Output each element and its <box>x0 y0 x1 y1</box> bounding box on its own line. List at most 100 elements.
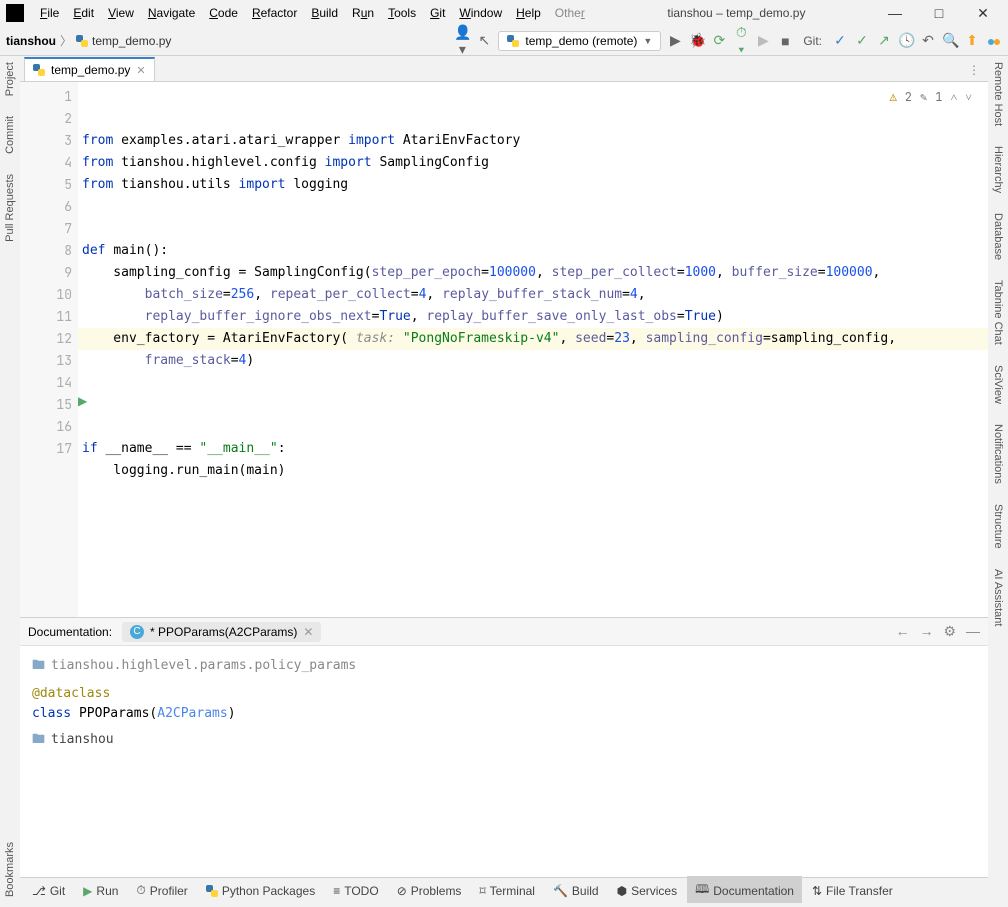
menu-view[interactable]: View <box>102 2 140 24</box>
minimize-button[interactable]: — <box>882 5 908 22</box>
tool-database[interactable]: Database <box>992 213 1004 260</box>
tool-run[interactable]: ▶Run <box>75 880 126 902</box>
tool-file-transfer[interactable]: ⇅File Transfer <box>804 880 901 902</box>
copilot-icon[interactable] <box>986 32 1002 48</box>
menu-build[interactable]: Build <box>305 2 344 24</box>
doc-settings-icon[interactable]: ⚙ <box>943 623 956 640</box>
doc-back-icon[interactable]: ← <box>895 623 909 640</box>
breadcrumb-project[interactable]: tianshou <box>6 34 56 48</box>
git-update-button[interactable]: ✓ <box>832 32 848 49</box>
tool-problems[interactable]: ⊘Problems <box>389 880 470 902</box>
search-button[interactable]: 🔍 <box>942 32 958 49</box>
app-icon <box>6 4 24 22</box>
tab-options-icon[interactable]: ⋮ <box>960 59 988 81</box>
editor-tab[interactable]: temp_demo.py ✕ <box>24 57 155 81</box>
debug-button[interactable]: 🐞 <box>689 32 705 49</box>
doc-path[interactable]: tianshou.highlevel.params.policy_params <box>51 656 356 676</box>
menu-tools[interactable]: Tools <box>382 2 422 24</box>
tool-git[interactable]: ⎇Git <box>24 880 73 902</box>
documentation-panel: Documentation: C * PPOParams(A2CParams) … <box>20 617 988 877</box>
doc-parent-link[interactable]: A2CParams <box>157 706 227 721</box>
git-rollback-button[interactable]: ↶ <box>920 32 936 49</box>
titlebar: File Edit View Navigate Code Refactor Bu… <box>0 0 1008 26</box>
bottom-toolbar: ⎇Git ▶Run ⏱Profiler Python Packages ≡TOD… <box>20 877 988 903</box>
doc-package[interactable]: tianshou <box>51 730 114 750</box>
git-label: Git: <box>803 34 822 48</box>
stop-button[interactable]: ■ <box>777 33 793 49</box>
tool-todo[interactable]: ≡TODO <box>325 880 386 902</box>
right-tool-strip: Remote Host Hierarchy Database Tabnine C… <box>988 56 1008 907</box>
ide-settings-button[interactable]: ⬆ <box>964 32 980 49</box>
git-push-button[interactable]: ↗ <box>876 32 892 49</box>
tool-documentation[interactable]: 🕮Documentation <box>687 876 802 905</box>
menubar: File Edit View Navigate Code Refactor Bu… <box>34 2 591 24</box>
line-gutter: 1 2 3 4 5 6 7 8 9 10 11 12 13 14 15 16 1 <box>20 82 78 617</box>
tool-services[interactable]: ⬢Services <box>609 880 686 902</box>
tool-notifications[interactable]: Notifications <box>992 424 1004 484</box>
menu-window[interactable]: Window <box>453 2 508 24</box>
warning-icon[interactable]: ⚠ <box>890 86 897 108</box>
coverage-button[interactable]: ⟳ <box>711 32 727 49</box>
run-config-selector[interactable]: temp_demo (remote) ▼ <box>498 31 661 51</box>
menu-file[interactable]: File <box>34 2 65 24</box>
breadcrumb[interactable]: tianshou 〉 temp_demo.py <box>6 32 171 49</box>
prev-highlight-icon[interactable]: ˄ <box>950 86 957 108</box>
doc-tab[interactable]: C * PPOParams(A2CParams) ✕ <box>122 622 321 642</box>
tool-tabnine[interactable]: Tabnine Chat <box>992 280 1004 345</box>
doc-title: Documentation: <box>28 625 112 639</box>
python-file-icon <box>76 35 88 47</box>
folder-icon: 🖿 <box>32 656 45 676</box>
run-config-label: temp_demo (remote) <box>525 34 637 48</box>
menu-code[interactable]: Code <box>203 2 244 24</box>
breadcrumb-file[interactable]: temp_demo.py <box>92 34 171 48</box>
git-history-button[interactable]: 🕓 <box>898 32 914 49</box>
code-area[interactable]: from examples.atari.atari_wrapper import… <box>78 82 988 617</box>
doc-hide-icon[interactable]: — <box>966 623 980 640</box>
git-commit-button[interactable]: ✓ <box>854 32 870 49</box>
maximize-button[interactable]: □ <box>926 5 952 22</box>
menu-other[interactable]: Other <box>549 2 591 24</box>
tool-hierarchy[interactable]: Hierarchy <box>992 146 1004 193</box>
window-title: tianshou – temp_demo.py <box>591 6 882 20</box>
navbar: tianshou 〉 temp_demo.py 👤▾ ↖ temp_demo (… <box>0 26 1008 56</box>
next-highlight-icon[interactable]: ˅ <box>965 86 972 108</box>
doc-body: 🖿 tianshou.highlevel.params.policy_params… <box>20 646 988 877</box>
tool-remote-host[interactable]: Remote Host <box>992 62 1004 126</box>
editor-tabs: temp_demo.py ✕ ⋮ <box>20 56 988 82</box>
tool-pull-requests[interactable]: Pull Requests <box>4 174 16 242</box>
doc-forward-icon[interactable]: → <box>919 623 933 640</box>
menu-edit[interactable]: Edit <box>67 2 100 24</box>
python-file-icon <box>507 35 519 47</box>
close-button[interactable]: ✕ <box>970 5 996 22</box>
code-editor[interactable]: 1 2 3 4 5 6 7 8 9 10 11 12 13 14 15 16 1 <box>20 82 988 617</box>
tool-profiler[interactable]: ⏱Profiler <box>128 879 195 902</box>
chevron-down-icon: ▼ <box>643 36 652 46</box>
menu-navigate[interactable]: Navigate <box>142 2 201 24</box>
inspections-widget[interactable]: ⚠2 ✎1 ˄ ˅ <box>890 86 972 108</box>
menu-run[interactable]: Run <box>346 2 380 24</box>
tool-project[interactable]: Project <box>4 62 16 96</box>
left-tool-strip: Project Commit Pull Requests Bookmarks <box>0 56 20 907</box>
class-icon: C <box>130 625 144 639</box>
close-doc-tab-icon[interactable]: ✕ <box>303 625 313 639</box>
folder-icon: 🖿 <box>32 730 45 750</box>
tool-bookmarks[interactable]: Bookmarks <box>4 842 16 897</box>
back-arrow-icon[interactable]: ↖ <box>476 32 492 49</box>
menu-git[interactable]: Git <box>424 2 451 24</box>
tool-commit[interactable]: Commit <box>4 116 16 154</box>
tool-ai-assistant[interactable]: AI Assistant <box>992 569 1004 626</box>
rerun-button[interactable]: ▶ <box>755 32 771 49</box>
menu-refactor[interactable]: Refactor <box>246 2 303 24</box>
close-tab-icon[interactable]: ✕ <box>136 64 145 77</box>
menu-help[interactable]: Help <box>510 2 547 24</box>
user-icon[interactable]: 👤▾ <box>454 24 470 58</box>
tool-python-packages[interactable]: Python Packages <box>198 880 323 902</box>
tab-label: temp_demo.py <box>51 63 130 77</box>
tool-sciview[interactable]: SciView <box>992 365 1004 404</box>
profile-button[interactable]: ⏱▾ <box>733 24 749 58</box>
tool-build[interactable]: 🔨Build <box>545 880 607 902</box>
run-button[interactable]: ▶ <box>667 32 683 49</box>
tool-terminal[interactable]: ⌑Terminal <box>471 880 543 902</box>
typo-icon[interactable]: ✎ <box>920 86 927 108</box>
tool-structure[interactable]: Structure <box>992 504 1004 549</box>
